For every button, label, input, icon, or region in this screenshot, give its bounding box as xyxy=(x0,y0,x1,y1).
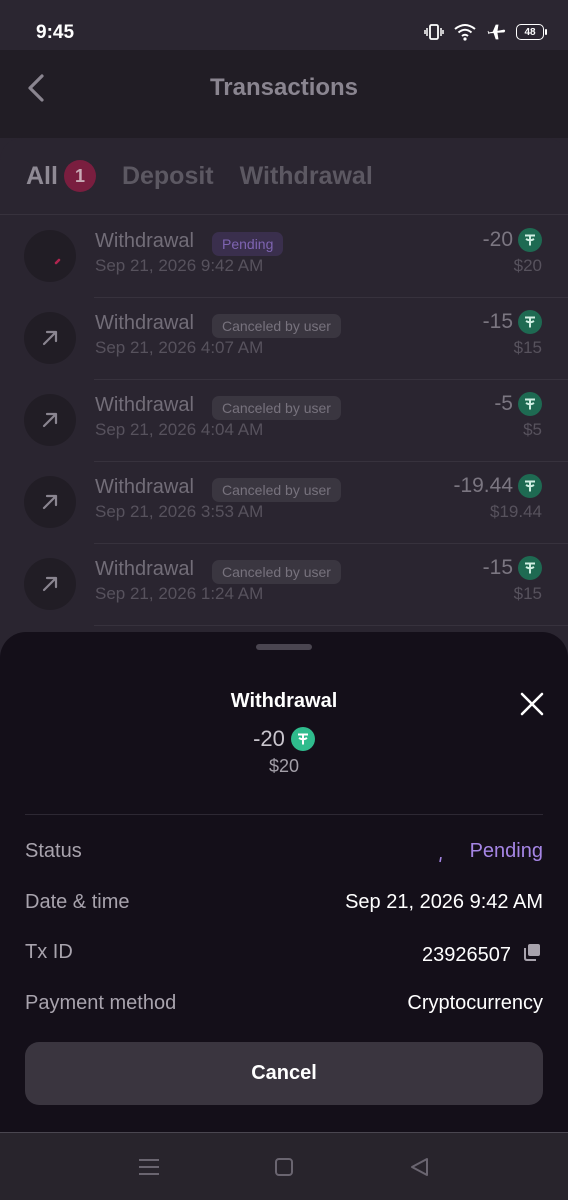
transaction-usd: $5 xyxy=(523,420,542,439)
battery-icon: 48 xyxy=(516,24,547,40)
arrow-up-right-icon xyxy=(24,558,76,610)
sheet-title: Withdrawal xyxy=(230,690,338,712)
transaction-list: Withdrawal Pending Sep 21, 2026 9:42 AM … xyxy=(0,216,568,626)
menu-nav-button[interactable] xyxy=(135,1153,163,1181)
status-icons: 48 xyxy=(424,22,547,42)
detail-label: Status xyxy=(25,840,82,862)
txid-value: 23926507 xyxy=(422,943,511,966)
status-badge: Canceled by user xyxy=(212,396,341,420)
triangle-back-icon xyxy=(411,1158,428,1176)
transaction-type: Withdrawal xyxy=(95,394,194,416)
detail-value-payment-method: Cryptocurrency xyxy=(407,992,543,1014)
transaction-row[interactable]: Withdrawal Canceled by user Sep 21, 2026… xyxy=(0,298,568,380)
transaction-type: Withdrawal xyxy=(95,558,194,580)
arrow-up-right-icon xyxy=(24,312,76,364)
tab-all[interactable]: All 1 xyxy=(26,160,96,192)
arrow-up-right-icon xyxy=(24,394,76,446)
row-divider xyxy=(94,625,568,626)
sheet-usd: $20 xyxy=(268,756,300,776)
airplane-icon xyxy=(486,22,506,42)
detail-row-status: Status Pending xyxy=(25,840,543,870)
transaction-date: Sep 21, 2026 9:42 AM xyxy=(95,256,264,275)
tabs-divider xyxy=(0,214,568,215)
tab-all-badge: 1 xyxy=(63,160,96,192)
detail-value-status: Pending xyxy=(469,840,543,862)
detail-row-payment-method: Payment method Cryptocurrency xyxy=(25,992,543,1022)
detail-value-datetime: Sep 21, 2026 9:42 AM xyxy=(345,891,543,913)
tether-icon xyxy=(518,474,542,498)
pending-spinner-icon xyxy=(439,850,443,863)
transaction-date: Sep 21, 2026 3:53 AM xyxy=(95,502,264,521)
copy-icon[interactable] xyxy=(521,941,543,969)
transaction-type: Withdrawal xyxy=(95,476,194,498)
detail-label: Tx ID xyxy=(25,941,73,963)
transaction-type: Withdrawal xyxy=(95,230,194,252)
pending-spinner-icon xyxy=(24,230,76,282)
transaction-detail-sheet: Withdrawal -20 $20 Status Pending Date &… xyxy=(0,632,568,1132)
wifi-icon xyxy=(454,23,476,41)
menu-icon xyxy=(139,1159,159,1175)
transaction-amount-value: -15 xyxy=(482,310,513,333)
tab-withdrawal[interactable]: Withdrawal xyxy=(240,162,373,191)
transaction-amount-value: -19.44 xyxy=(453,474,513,497)
transaction-amount: -19.44 xyxy=(453,474,542,498)
header: Transactions xyxy=(0,50,568,138)
transaction-usd: $15 xyxy=(513,584,542,603)
home-nav-button[interactable] xyxy=(270,1153,298,1181)
detail-row-datetime: Date & time Sep 21, 2026 9:42 AM xyxy=(25,891,543,921)
screen: 9:45 48 Transactions All 1 Deposit Withd… xyxy=(0,0,568,1200)
status-bar: 9:45 48 xyxy=(0,0,568,50)
sheet-amount-value: -20 xyxy=(253,726,285,751)
transaction-amount-value: -15 xyxy=(482,556,513,579)
transaction-date: Sep 21, 2026 1:24 AM xyxy=(95,584,264,603)
tether-icon xyxy=(518,310,542,334)
transaction-amount: -20 xyxy=(483,228,542,252)
cancel-button[interactable]: Cancel xyxy=(25,1042,543,1105)
close-icon xyxy=(520,692,544,716)
transaction-type: Withdrawal xyxy=(95,312,194,334)
status-time: 9:45 xyxy=(36,22,75,43)
transaction-date: Sep 21, 2026 4:07 AM xyxy=(95,338,264,357)
transaction-usd: $20 xyxy=(513,256,542,275)
transaction-amount: -15 xyxy=(483,556,542,580)
tab-bar: All 1 Deposit Withdrawal xyxy=(26,160,399,192)
tab-deposit[interactable]: Deposit xyxy=(122,162,214,191)
transaction-amount: -5 xyxy=(494,392,542,416)
vibrate-icon xyxy=(424,22,444,42)
transaction-usd: $15 xyxy=(513,338,542,357)
transaction-row[interactable]: Withdrawal Pending Sep 21, 2026 9:42 AM … xyxy=(0,216,568,298)
detail-label: Payment method xyxy=(25,992,177,1014)
transaction-row[interactable]: Withdrawal Canceled by user Sep 21, 2026… xyxy=(0,544,568,626)
status-badge: Pending xyxy=(212,232,284,256)
status-badge: Canceled by user xyxy=(212,478,341,502)
status-badge: Canceled by user xyxy=(212,560,341,584)
back-nav-button[interactable] xyxy=(405,1153,433,1181)
transaction-date: Sep 21, 2026 4:04 AM xyxy=(95,420,264,439)
detail-label: Date & time xyxy=(25,891,130,913)
transaction-amount-value: -20 xyxy=(482,228,513,251)
transaction-amount-value: -5 xyxy=(494,392,513,415)
tab-all-label: All xyxy=(26,161,58,190)
transactions-card: All 1 Deposit Withdrawal Withdrawal Pend… xyxy=(0,138,568,698)
transaction-usd: $19.44 xyxy=(490,502,542,521)
sheet-drag-handle[interactable] xyxy=(256,644,312,650)
sheet-amount: -20 xyxy=(0,726,568,752)
system-nav-bar xyxy=(0,1132,568,1200)
home-square-icon xyxy=(275,1158,293,1176)
detail-row-txid: Tx ID 23926507 xyxy=(25,941,543,971)
transaction-row[interactable]: Withdrawal Canceled by user Sep 21, 2026… xyxy=(0,462,568,544)
sheet-divider xyxy=(25,814,543,815)
tether-icon xyxy=(518,228,542,252)
tether-icon xyxy=(518,392,542,416)
status-badge: Canceled by user xyxy=(212,314,341,338)
detail-value-txid[interactable]: 23926507 xyxy=(422,941,543,969)
page-title: Transactions xyxy=(209,74,359,101)
tether-icon xyxy=(290,727,315,751)
transaction-row[interactable]: Withdrawal Canceled by user Sep 21, 2026… xyxy=(0,380,568,462)
close-button[interactable] xyxy=(514,686,550,722)
transaction-amount: -15 xyxy=(483,310,542,334)
arrow-up-right-icon xyxy=(24,476,76,528)
tether-icon xyxy=(518,556,542,580)
